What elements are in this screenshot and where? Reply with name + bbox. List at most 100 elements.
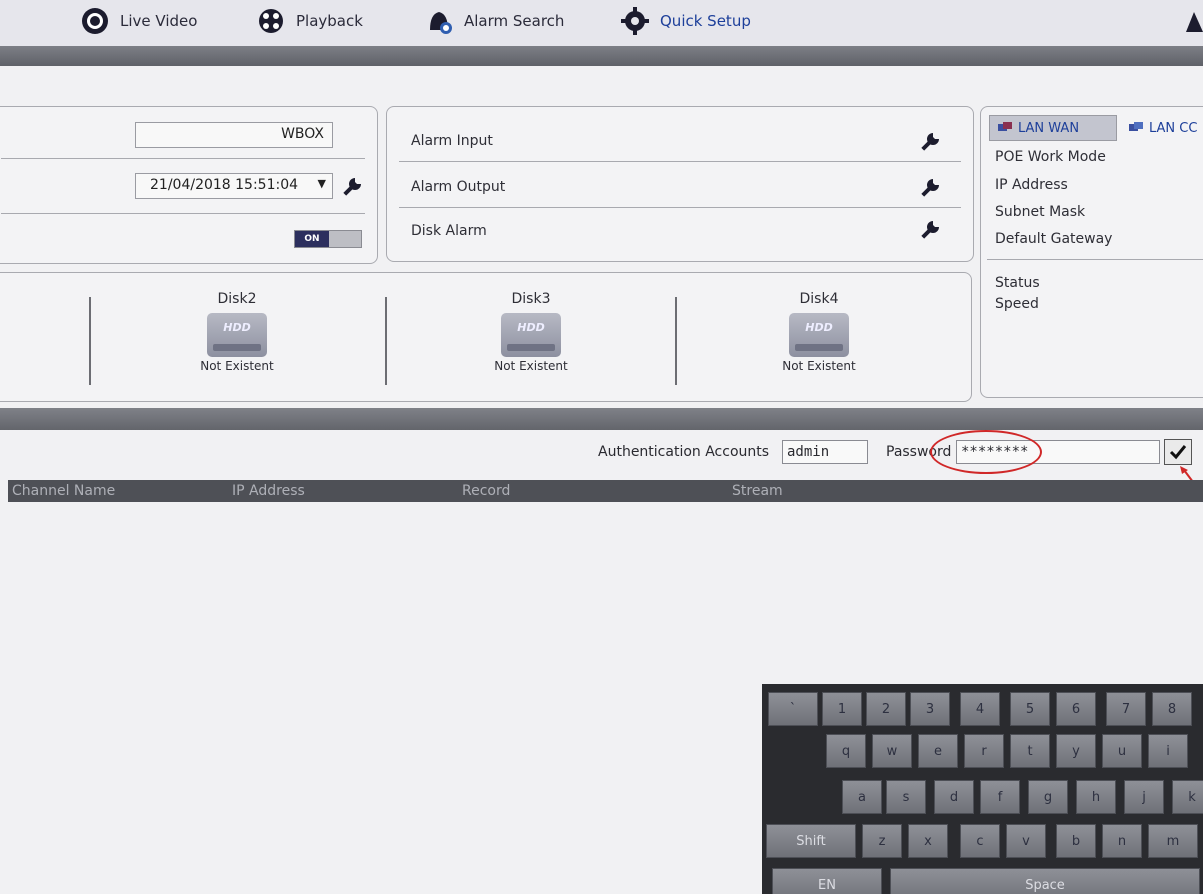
warning-icon[interactable]	[1186, 10, 1203, 34]
disk-name: Disk4	[799, 291, 839, 307]
key[interactable]: `	[768, 692, 818, 726]
divider	[385, 297, 387, 385]
disk-panel: Disk2 HDD Not Existent Disk3 HDD Not Exi…	[0, 272, 972, 402]
key[interactable]: n	[1102, 824, 1142, 858]
space-key[interactable]: Space	[890, 868, 1200, 894]
divider	[399, 161, 961, 162]
disk-status: Not Existent	[782, 359, 856, 373]
key[interactable]: h	[1076, 780, 1116, 814]
key[interactable]: t	[1010, 734, 1050, 768]
key[interactable]: b	[1056, 824, 1096, 858]
key[interactable]: a	[842, 780, 882, 814]
disk-name: Disk3	[511, 291, 551, 307]
nav-label: Live Video	[120, 12, 198, 30]
auth-accounts-input[interactable]: admin	[782, 440, 868, 464]
key[interactable]: z	[862, 824, 902, 858]
column-record[interactable]: Record	[462, 483, 510, 499]
key[interactable]: 8	[1152, 692, 1192, 726]
key[interactable]: f	[980, 780, 1020, 814]
nav-quick-setup[interactable]: Quick Setup	[620, 6, 751, 36]
hdd-badge: HDD	[517, 321, 545, 334]
device-name-field[interactable]: WBOX	[135, 122, 333, 148]
tab-label: LAN CC	[1149, 120, 1198, 136]
chevron-down-icon: ▼	[317, 177, 326, 190]
divider	[399, 207, 961, 208]
disk-item[interactable]: Disk4 HDD Not Existent	[759, 291, 879, 373]
key[interactable]: d	[934, 780, 974, 814]
wrench-icon[interactable]	[919, 131, 941, 153]
disk-status: Not Existent	[494, 359, 568, 373]
key[interactable]: v	[1006, 824, 1046, 858]
key[interactable]: y	[1056, 734, 1096, 768]
wrench-icon[interactable]	[919, 177, 941, 199]
playback-icon	[259, 9, 283, 33]
alarm-panel: Alarm Input Alarm Output Disk Alarm	[386, 106, 974, 262]
key[interactable]: 3	[910, 692, 950, 726]
network-panel: LAN WAN LAN CC POE Work Mode IP Address …	[980, 106, 1203, 398]
hdd-badge: HDD	[805, 321, 833, 334]
key[interactable]: 7	[1106, 692, 1146, 726]
key[interactable]: 1	[822, 692, 862, 726]
key[interactable]: r	[964, 734, 1004, 768]
key[interactable]: i	[1148, 734, 1188, 768]
divider	[1, 158, 365, 159]
disk-alarm-label: Disk Alarm	[411, 223, 487, 239]
tab-lan-cc[interactable]: LAN CC	[1121, 115, 1203, 141]
language-key[interactable]: EN	[772, 868, 882, 894]
nav-playback[interactable]: Playback	[256, 6, 363, 36]
alarm-output-label: Alarm Output	[411, 179, 506, 195]
key[interactable]: c	[960, 824, 1000, 858]
key[interactable]: 5	[1010, 692, 1050, 726]
nav-alarm-search[interactable]: Alarm Search	[424, 6, 564, 36]
nav-label: Quick Setup	[660, 12, 751, 30]
key[interactable]: j	[1124, 780, 1164, 814]
nav-live-video[interactable]: Live Video	[80, 6, 197, 36]
disk-item[interactable]: Disk2 HDD Not Existent	[177, 291, 297, 373]
confirm-button[interactable]	[1164, 439, 1192, 465]
key[interactable]: m	[1148, 824, 1198, 858]
key[interactable]: 6	[1056, 692, 1096, 726]
key[interactable]: w	[872, 734, 912, 768]
live-video-icon	[82, 8, 108, 34]
general-panel: WBOX 21/04/2018 15:51:04 ▼ ON	[0, 106, 378, 264]
column-stream[interactable]: Stream	[732, 483, 783, 499]
alarm-search-icon	[430, 12, 452, 34]
divider	[987, 259, 1203, 260]
key[interactable]: e	[918, 734, 958, 768]
key[interactable]: k	[1172, 780, 1203, 814]
hdd-icon: HDD	[207, 313, 267, 357]
password-label: Password	[886, 444, 952, 460]
tab-label: LAN WAN	[1018, 120, 1080, 136]
key[interactable]: 2	[866, 692, 906, 726]
key[interactable]: 4	[960, 692, 1000, 726]
nav-label: Playback	[296, 12, 363, 30]
wrench-icon[interactable]	[919, 219, 941, 241]
datetime-select[interactable]: 21/04/2018 15:51:04 ▼	[135, 173, 333, 199]
default-gateway-label: Default Gateway	[995, 231, 1113, 247]
key[interactable]: s	[886, 780, 926, 814]
ip-address-label: IP Address	[995, 177, 1068, 193]
disk-item[interactable]: Disk3 HDD Not Existent	[471, 291, 591, 373]
toggle-on-label: ON	[295, 231, 329, 247]
key[interactable]: g	[1028, 780, 1068, 814]
wrench-icon[interactable]	[341, 176, 363, 198]
divider	[1, 213, 365, 214]
column-channel-name[interactable]: Channel Name	[12, 483, 115, 499]
shift-key[interactable]: Shift	[766, 824, 856, 858]
column-ip-address[interactable]: IP Address	[232, 483, 305, 499]
alarm-input-label: Alarm Input	[411, 133, 493, 149]
subnet-mask-label: Subnet Mask	[995, 204, 1086, 220]
status-label: Status	[995, 275, 1040, 291]
password-input[interactable]: ********	[956, 440, 1160, 464]
key[interactable]: u	[1102, 734, 1142, 768]
hdd-icon: HDD	[789, 313, 849, 357]
key[interactable]: x	[908, 824, 948, 858]
section-divider-strip	[0, 408, 1203, 430]
key[interactable]: q	[826, 734, 866, 768]
datetime-value: 21/04/2018 15:51:04	[150, 177, 299, 193]
network-icon	[1129, 122, 1143, 131]
tab-lan-wan[interactable]: LAN WAN	[989, 115, 1117, 141]
top-navigation: Live Video Playback Alarm Search Quick S…	[0, 0, 1203, 46]
auth-accounts-label: Authentication Accounts	[598, 444, 770, 460]
enable-toggle[interactable]: ON	[294, 230, 362, 248]
